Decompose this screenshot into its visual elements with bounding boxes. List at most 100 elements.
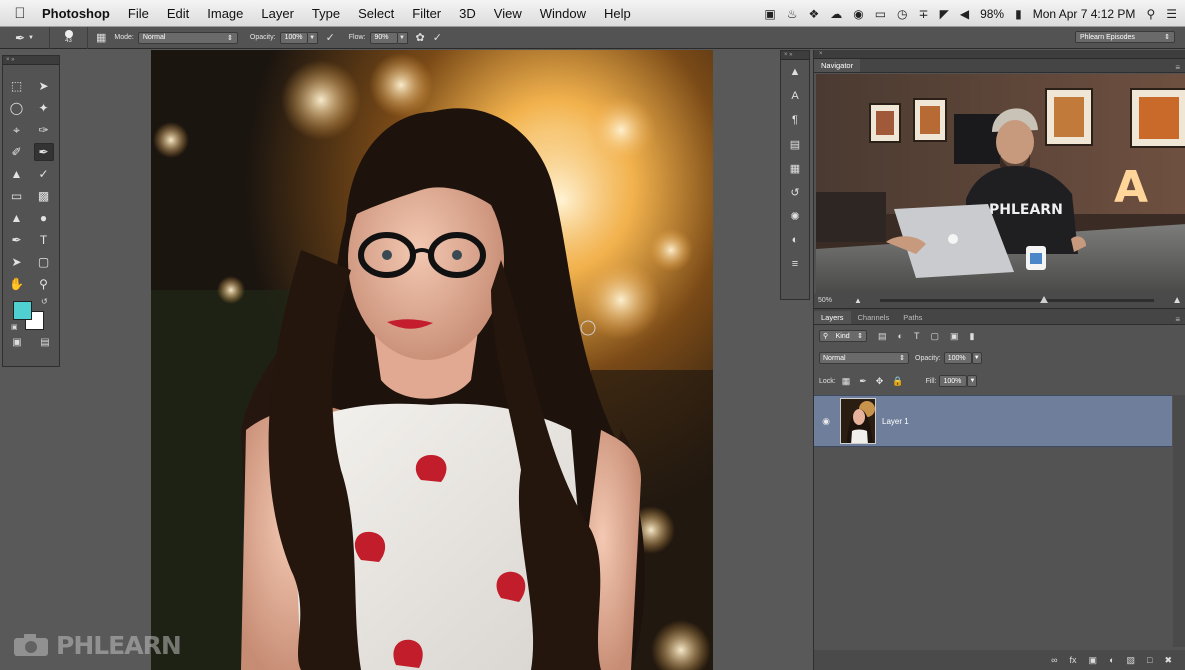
link-layers-icon[interactable]: ∞ (1051, 655, 1057, 665)
type-tool-icon[interactable]: T (34, 231, 54, 249)
dropbox-icon[interactable]: ❖ (808, 7, 819, 21)
fill-arrow[interactable]: ▼ (967, 375, 978, 387)
filter-pixel-icon[interactable]: ▤ (878, 331, 887, 342)
brush-preset-picker[interactable]: 43 (50, 26, 88, 49)
flow-dropdown-arrow[interactable]: ▼ (397, 31, 408, 44)
icon-strip-header[interactable]: × » (781, 51, 809, 60)
opacity-field[interactable]: 100% (279, 31, 308, 44)
volume-icon[interactable]: ◀ (960, 7, 969, 21)
panel-menu-icon[interactable]: ≡ (1175, 63, 1185, 72)
new-layer-icon[interactable]: □ (1147, 655, 1152, 665)
adjustments-panel-icon[interactable]: ◐ (781, 228, 809, 252)
lock-transparent-icon[interactable]: ▦ (842, 376, 851, 387)
filter-smart-object-icon[interactable]: ▣ (950, 331, 959, 342)
quick-mask-icon[interactable]: ▣ (12, 337, 21, 348)
apple-icon[interactable]:  (0, 5, 40, 22)
menu-help[interactable]: Help (595, 6, 640, 21)
history-brush-tool-icon[interactable]: ✓ (34, 165, 54, 183)
menu-window[interactable]: Window (531, 6, 595, 21)
brush-panel-toggle-icon[interactable]: ▦ (96, 31, 106, 44)
pressure-size-icon[interactable]: ✓ (433, 31, 442, 44)
actions-panel-icon[interactable]: ✺ (781, 204, 809, 228)
add-mask-icon[interactable]: ▣ (1089, 655, 1098, 666)
dodge-tool-icon[interactable]: ● (34, 209, 54, 227)
airbrush-icon[interactable]: ✿ (416, 31, 425, 44)
paragraph-panel-icon[interactable]: ¶ (781, 108, 809, 132)
swap-colors-icon[interactable]: ↺ (41, 297, 48, 306)
rectangle-tool-icon[interactable]: ▢ (34, 253, 54, 271)
wifi-icon[interactable]: ◤ (940, 7, 949, 21)
eraser-tool-icon[interactable]: ▭ (7, 187, 27, 205)
menu-3d[interactable]: 3D (450, 6, 485, 21)
zoom-slider-thumb[interactable] (1040, 296, 1049, 303)
layer-opacity-field[interactable]: 100% (943, 352, 972, 364)
menu-layer[interactable]: Layer (252, 6, 303, 21)
menu-image[interactable]: Image (198, 6, 252, 21)
character-panel-icon[interactable]: A (781, 84, 809, 108)
filter-shape-icon[interactable]: ▢ (930, 331, 939, 342)
swatches-panel-icon[interactable]: ▦ (781, 156, 809, 180)
lock-position-icon[interactable]: ✥ (876, 376, 884, 387)
app-name-menu[interactable]: Photoshop (40, 6, 119, 21)
menu-select[interactable]: Select (349, 6, 403, 21)
clone-stamp-tool-icon[interactable]: ▲ (7, 165, 27, 183)
layer-name[interactable]: Layer 1 (882, 417, 909, 426)
fill-field[interactable]: 100% (939, 375, 968, 387)
time-machine-icon[interactable]: ◷ (897, 7, 907, 21)
tool-preset-picker[interactable]: ✒ ▼ (0, 26, 50, 49)
workspace-switcher[interactable]: Phlearn Episodes ⇕ (1075, 31, 1175, 43)
tab-channels[interactable]: Channels (851, 311, 897, 324)
path-selection-tool-icon[interactable]: ➤ (7, 253, 27, 271)
brush-tool-icon[interactable]: ✒ (33, 143, 54, 161)
properties-panel-icon[interactable]: ▤ (781, 132, 809, 156)
filter-toggle-icon[interactable]: ▮ (969, 331, 974, 342)
crop-tool-icon[interactable]: ⌖ (7, 121, 27, 139)
filter-kind-dropdown[interactable]: ⚲ Kind ⇕ (819, 330, 867, 342)
cloud-icon[interactable]: ☁ (830, 7, 842, 21)
pressure-opacity-icon[interactable]: ✓ (326, 31, 335, 44)
zoom-tool-icon[interactable]: ⚲ (34, 275, 54, 293)
menu-view[interactable]: View (485, 6, 531, 21)
menu-type[interactable]: Type (303, 6, 349, 21)
move-tool-icon[interactable]: ➤ (34, 77, 54, 95)
healing-brush-tool-icon[interactable]: ✐ (7, 143, 27, 161)
menu-filter[interactable]: Filter (403, 6, 450, 21)
creative-cloud-icon[interactable]: ◉ (853, 7, 863, 21)
notification-center-icon[interactable]: ☰ (1166, 7, 1177, 21)
lasso-tool-icon[interactable]: ◯ (7, 99, 27, 117)
tools-panel-header[interactable]: × » (3, 56, 59, 65)
airplay-icon[interactable]: ▭ (875, 7, 886, 21)
stamp-panel-icon[interactable]: ▲ (781, 60, 809, 84)
layer-thumbnail[interactable] (840, 398, 876, 444)
panel-menu-icon[interactable]: ≡ (1175, 315, 1185, 324)
clock[interactable]: Mon Apr 7 4:12 PM (1033, 7, 1136, 21)
adjustment-layer-icon[interactable]: ◐ (1109, 655, 1114, 665)
brush-settings-panel-icon[interactable]: ≡ (781, 252, 809, 276)
notification-bell-icon[interactable]: ♨ (787, 7, 798, 21)
marquee-tool-icon[interactable]: ⬚ (7, 77, 27, 95)
menu-edit[interactable]: Edit (158, 6, 198, 21)
layer-opacity-arrow[interactable]: ▼ (971, 352, 982, 364)
filter-type-icon[interactable]: T (914, 331, 920, 341)
blur-tool-icon[interactable]: ▲ (7, 209, 27, 227)
layer-style-fx-icon[interactable]: fx (1070, 655, 1077, 665)
default-colors-icon[interactable]: ▣ (11, 323, 18, 331)
navigator-panel-header[interactable]: × (814, 50, 1185, 59)
spotlight-search-icon[interactable]: ⚲ (1146, 7, 1155, 21)
mode-dropdown[interactable]: Normal ⇕ (137, 31, 238, 44)
zoom-in-icon[interactable]: ▲ (1172, 295, 1182, 306)
zoom-out-icon[interactable]: ▲ (854, 296, 862, 305)
lock-image-icon[interactable]: ✒ (859, 376, 867, 387)
foreground-color[interactable] (13, 301, 32, 320)
bluetooth-icon[interactable]: ∓ (919, 7, 929, 21)
document-canvas[interactable] (151, 50, 713, 670)
hand-tool-icon[interactable]: ✋ (7, 275, 27, 293)
tab-paths[interactable]: Paths (896, 311, 929, 324)
menu-file[interactable]: File (119, 6, 158, 21)
lock-all-icon[interactable]: 🔒 (892, 376, 903, 387)
eyedropper-tool-icon[interactable]: ✑ (34, 121, 54, 139)
layer-row[interactable]: ◉ Layer 1 (814, 395, 1172, 447)
filter-adjustment-icon[interactable]: ◐ (898, 331, 903, 341)
opacity-dropdown-arrow[interactable]: ▼ (307, 31, 318, 44)
new-group-icon[interactable]: ▧ (1127, 655, 1136, 666)
